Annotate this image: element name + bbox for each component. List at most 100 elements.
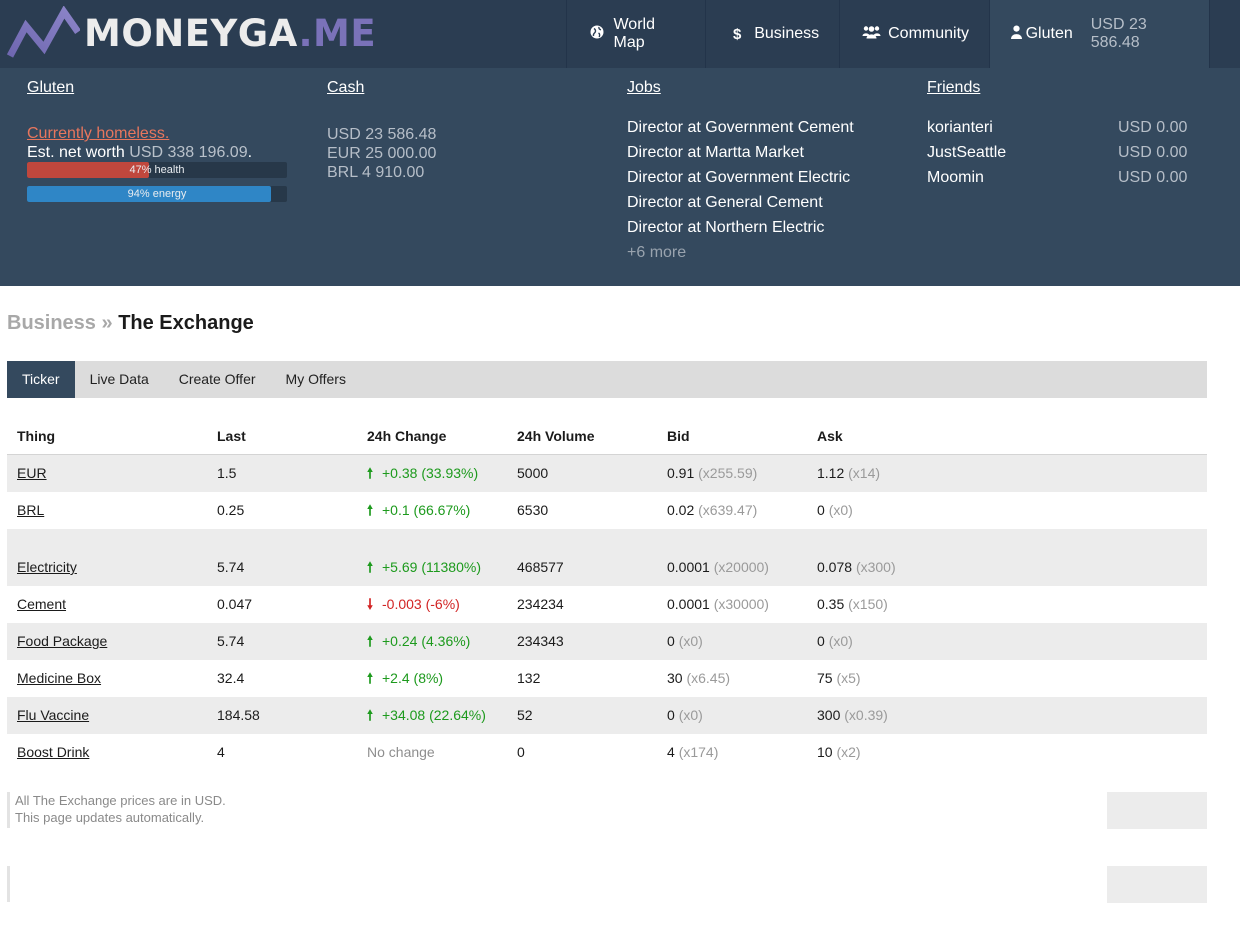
nav-business[interactable]: $ Business [705,0,839,68]
cell-24h-volume: 52 [517,707,533,723]
tab-ticker[interactable]: Ticker [7,361,75,398]
logo-text: MONEYGA.ME [84,11,377,55]
prices-note-line1: All The Exchange prices are in USD. [15,793,226,808]
bid-price: 4 [667,744,675,760]
cell-24h-volume: 132 [517,670,541,686]
thing-link[interactable]: Flu Vaccine [17,707,89,723]
tab-create-offer[interactable]: Create Offer [164,361,271,398]
table-header-row: Thing Last 24h Change 24h Volume Bid Ask [7,418,1207,455]
friend-name: JustSeattle [927,144,1007,161]
cell-bid: 0.02 (x639.47) [667,492,757,529]
table-row: Food Package 5.74 🠕 +0.24 (4.36%) 234343 0 (x… [7,623,1207,660]
thing-link[interactable]: Cement [17,596,66,612]
ask-price: 0.35 [817,596,845,612]
job-item[interactable]: Director at Government Electric [627,169,850,187]
nav-world-map-label: World Map [613,16,655,51]
bid-price: 0.0001 [667,559,710,575]
cell-thing: Food Package [17,623,107,660]
bid-price: 30 [667,670,683,686]
change-value: +0.24 (4.36%) [382,633,471,649]
profile-summary-panel: Gluten Currently homeless. Est. net wort… [0,68,1240,286]
header-24h-change: 24h Change [367,428,447,444]
bid-price: 0.91 [667,465,695,481]
friend-balance: USD 0.00 [1118,169,1188,186]
job-item[interactable]: Director at General Cement [627,194,823,212]
cell-last: 32.4 [217,670,245,686]
friends-title-link[interactable]: Friends [927,78,1207,98]
thing-link[interactable]: Food Package [17,633,107,649]
thing-link[interactable]: Boost Drink [17,744,89,760]
arrow-down-icon: 🠗 [367,596,374,612]
health-bar-label: 47% health [129,164,185,176]
prices-note-line2: This page updates automatically. [15,810,205,825]
nav-world-map[interactable]: World Map [566,0,705,68]
thing-link[interactable]: EUR [17,465,47,481]
ask-price: 0.078 [817,559,853,575]
nav-business-label: Business [754,25,820,42]
cell-ask: 0.35 (x150) [817,586,888,623]
tab-my-offers[interactable]: My Offers [271,361,361,398]
net-worth-value: USD 338 196.09 [129,144,248,161]
cell-thing: Flu Vaccine [17,697,89,734]
cell-24h-change: 🠕 +0.24 (4.36%) [367,623,470,660]
ask-quantity: (x150) [848,596,888,612]
ask-price: 0 [817,502,825,518]
header-thing: Thing [17,428,56,444]
thing-link[interactable]: Medicine Box [17,670,101,686]
jobs-title-link[interactable]: Jobs [627,78,907,98]
ask-price: 300 [817,707,841,723]
bid-quantity: (x255.59) [698,465,758,481]
ask-quantity: (x14) [848,465,881,481]
arrow-up-icon: 🠕 [367,707,374,723]
cell-24h-change: No change [367,734,435,771]
thing-link[interactable]: BRL [17,502,44,518]
nav-community[interactable]: Community [839,0,989,68]
empty-note [7,866,307,902]
cell-thing: BRL [17,492,44,529]
friend-item[interactable]: Moomin USD 0.00 [927,169,1187,189]
job-item[interactable]: Director at Government Cement [627,119,854,137]
table-row: Flu Vaccine 184.58 🠕 +34.08 (22.64%) 52 0 (x0… [7,697,1207,734]
cash-title-link[interactable]: Cash [327,78,607,98]
nav-user-name: Gluten [1025,25,1073,42]
cell-last: 5.74 [217,559,245,575]
cell-24h-volume: 0 [517,744,525,760]
friend-name: korianteri [927,119,993,136]
cash-eur: EUR 25 000.00 [327,145,437,162]
breadcrumb-parent[interactable]: Business [7,312,96,334]
job-item[interactable]: Director at Northern Electric [627,219,824,237]
globe-icon [587,25,607,43]
cell-24h-change: 🠕 +5.69 (11380%) [367,549,481,586]
energy-bar: 94% energy [27,186,287,202]
cash-usd: USD 23 586.48 [327,126,437,143]
jobs-more-link[interactable]: +6 more [627,244,686,262]
health-bar: 47% health [27,162,287,178]
ask-price: 10 [817,744,833,760]
ask-price: 1.12 [817,465,845,481]
ask-quantity: (x0) [828,633,853,649]
cell-ask: 10 (x2) [817,734,861,771]
profile-name-link[interactable]: Gluten [27,78,307,98]
cell-thing: EUR [17,455,47,492]
table-row: Boost Drink 4 No change 0 4 (x174) 10 (x2) [7,734,1207,771]
nav-user-account[interactable]: Gluten USD 23 586.48 [989,0,1210,68]
top-navbar: MONEYGA.ME World Map $ Business Communit… [0,0,1240,68]
net-worth-label: Est. net worth [27,144,125,161]
cell-24h-change: 🠕 +0.1 (66.67%) [367,492,470,529]
housing-status-link[interactable]: Currently homeless. [27,125,169,143]
header-24h-volume: 24h Volume [517,428,595,444]
tab-live-data[interactable]: Live Data [75,361,164,398]
bid-quantity: (x639.47) [698,502,758,518]
currency-rows: EUR 1.5 🠕 +0.38 (33.93%) 5000 0.91 (x255.59) 1… [7,455,1207,529]
friend-item[interactable]: JustSeattle USD 0.00 [927,144,1187,164]
friend-item[interactable]: korianteri USD 0.00 [927,119,1187,139]
cell-ask: 1.12 (x14) [817,455,880,492]
users-icon [860,25,882,43]
bid-quantity: (x20000) [713,559,769,575]
cash-brl: BRL 4 910.00 [327,164,425,181]
logo[interactable]: MONEYGA.ME [6,6,376,60]
cell-24h-volume: 6530 [517,502,549,518]
ask-price: 0 [817,633,825,649]
thing-link[interactable]: Electricity [17,559,77,575]
job-item[interactable]: Director at Martta Market [627,144,804,162]
